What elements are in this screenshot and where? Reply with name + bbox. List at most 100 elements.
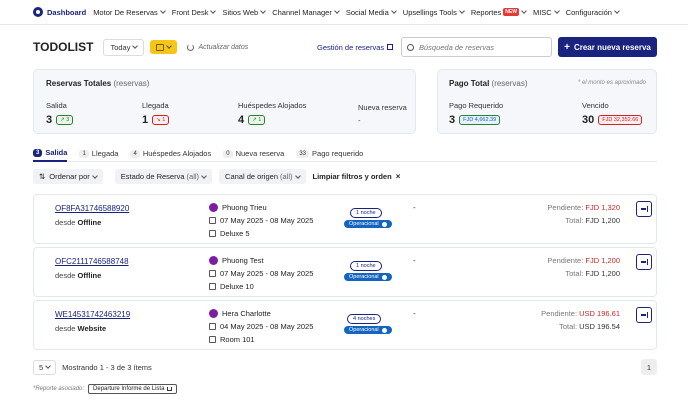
guest-text: Hera Charlotte [222,309,271,318]
status-badge[interactable]: Operacional [344,273,392,281]
stat-nueva-reserva[interactable]: Nueva reserva - [358,103,407,125]
door-icon [209,283,216,290]
tab-count: 33 [296,149,310,158]
report-label: *Reporte asociado: [33,386,85,392]
nav-label: Upsellings Tools [402,7,457,17]
trend-up-badge: ↗ 1 [248,115,266,125]
reservation-status-filter[interactable]: Estado de Reserva (all) [114,169,213,184]
stat-huespedes[interactable]: Huéspedes Alojados 4 ↗ 1 [238,101,306,126]
room-name: Deluxe 10 [209,282,254,291]
filter-label: Canal de origen [225,172,278,181]
nav-motor-de-reservas[interactable]: Motor De Reservas [93,7,166,17]
per-page-select[interactable]: 5 [33,359,57,375]
status-text: Operacional [349,327,379,333]
tab-pago-requerido[interactable]: 33 Pago requerido [296,146,363,162]
pending-label: Pendiente: [547,256,584,265]
sort-icon: ⇅ [39,172,46,181]
reservation-code-link[interactable]: OFC2111746588748 [55,257,129,266]
tab-llegada[interactable]: 1 Llegada [79,146,118,162]
total-value: FJD 1,200 [585,216,620,225]
toolbar: TODOLIST Today Actualizar datos Gestión … [33,37,657,57]
reservation-source: desde Website [55,324,106,333]
status-tabs: 3 Salida 1 Llegada 4 Huéspedes Alojados 0 Nu… [33,146,657,162]
today-dropdown[interactable]: Today [103,38,145,56]
stat-vencido[interactable]: Vencido 30 FJD 32,352.66 [582,101,643,126]
tab-salida[interactable]: 3 Salida [33,146,68,162]
dates-text: 07 May 2025 - 08 May 2025 [220,269,314,278]
nav-dashboard[interactable]: Dashboard [47,8,86,17]
create-reservation-button[interactable]: + Crear nueva reserva [558,37,657,57]
calendar-icon [156,43,165,51]
chevron-down-icon [459,8,465,14]
stat-llegada[interactable]: Llegada 1 ↘ 1 [142,101,170,126]
sort-label: Ordenar por [49,172,90,181]
search-box [401,37,552,57]
reservation-code-link[interactable]: OF8FA31746588920 [55,204,129,213]
stat-pago-requerido[interactable]: Pago Requerido 3 FJD 4,662.39 [449,101,503,126]
nav-social-media[interactable]: Social Media [345,7,397,17]
source-value: Offline [77,271,102,280]
status-badge[interactable]: Operacional [344,220,392,228]
status-text: Operacional [349,221,379,227]
tab-huespedes-alojados[interactable]: 4 Huéspedes Alojados [130,146,211,162]
trend-value: 3 [66,117,70,123]
stat-salida[interactable]: Salida 3 ↗ 3 [46,101,74,126]
trend-value: 1 [162,117,166,123]
nav-label: Front Desk [171,7,209,17]
brand-logo-icon[interactable] [33,7,43,17]
nav-sitios-web[interactable]: Sitios Web [222,8,267,17]
payment-title-sub: (reservas) [491,79,528,88]
open-reservation-button[interactable] [636,254,652,270]
door-icon [209,230,216,237]
open-reservation-button[interactable] [636,307,652,323]
room-name: Room 101 [209,335,255,344]
nav-label: Configuración [565,7,612,17]
tab-nueva-reserva[interactable]: 0 Nueva reserva [223,146,284,162]
calendar-button[interactable] [150,40,178,54]
nav-front-desk[interactable]: Front Desk [171,7,217,17]
reservation-source: desde Offline [55,218,101,227]
reservation-code-link[interactable]: WE14531742463219 [55,310,130,319]
total-amount: Total: FJD 1,200 [565,269,620,278]
stat-value: 4 [238,114,245,126]
gestion-reservas-link[interactable]: Gestión de reservas [317,43,394,52]
search-icon [407,43,414,51]
stat-label: Huéspedes Alojados [238,101,307,110]
stat-label: Pago Requerido [449,101,504,110]
payment-title-text: Pago Total [449,79,490,88]
nav-upsellings-tools[interactable]: Upsellings Tools [402,7,465,17]
trend-down-badge: ↘ 1 [152,115,170,125]
totals-card: Reservas Totales (reservas) Salida 3 ↗ 3 … [33,69,416,134]
user-avatar-icon [209,203,218,212]
nav-label: Social Media [345,7,389,17]
chevron-down-icon [132,43,139,49]
close-icon: × [395,172,401,181]
nav-channel-manager[interactable]: Channel Manager [272,8,340,17]
download-report-button[interactable]: Departure Informe de Lista [88,384,178,394]
open-reservation-button[interactable] [636,201,652,217]
user-avatar-icon [209,256,218,265]
nav-label: Motor De Reservas [93,7,158,17]
origin-channel-filter[interactable]: Canal de origen (all) [219,169,306,184]
external-link-icon [387,44,394,50]
calendar-icon [209,217,216,224]
page-1-button[interactable]: 1 [641,359,657,375]
pagination: 5 Mostrando 1 - 3 de 3 ítems 1 [33,359,657,375]
search-input[interactable] [419,42,544,52]
pending-amount: Pendiente: USD 196.61 [541,309,620,318]
clear-filters-button[interactable]: Limpiar filtros y orden × [313,172,401,181]
nav-configuracion[interactable]: Configuración [565,7,620,17]
nav-reportes[interactable]: Reportes NEW [471,8,527,17]
pending-value: FJD 1,200 [585,256,620,265]
total-label: Total: [559,322,578,331]
nav-misc[interactable]: MISC [533,8,560,17]
status-text: Operacional [349,274,379,280]
status-badge[interactable]: Operacional [344,326,392,334]
source-prefix: desde [55,218,76,227]
totals-title-sub: (reservas) [113,79,150,88]
sort-dropdown[interactable]: ⇅ Ordenar por [33,169,103,184]
filter-value: (all) [280,172,293,181]
source-value: Website [77,324,107,333]
guest-name: Phuong Trieu [209,203,267,212]
update-data-link[interactable]: Actualizar datos [187,43,248,51]
